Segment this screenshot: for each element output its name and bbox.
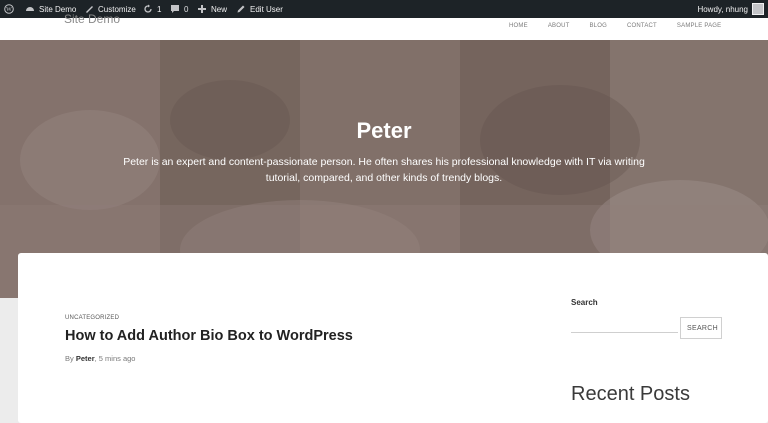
admin-edit-user-link[interactable]: Edit User bbox=[236, 0, 283, 18]
admin-comments-count: 0 bbox=[184, 4, 189, 14]
admin-new-link[interactable]: New bbox=[197, 0, 227, 18]
admin-comments-link[interactable]: 0 bbox=[170, 0, 188, 18]
content-card: UNCATEGORIZED How to Add Author Bio Box … bbox=[18, 253, 768, 423]
admin-new-label: New bbox=[211, 4, 228, 14]
search-button[interactable]: SEARCH bbox=[680, 317, 722, 339]
post-title[interactable]: How to Add Author Bio Box to WordPress bbox=[65, 328, 353, 344]
post-time: , 5 mins ago bbox=[94, 354, 136, 363]
svg-text:W: W bbox=[6, 7, 12, 13]
site-title[interactable]: Site Demo bbox=[64, 12, 120, 26]
recent-posts-title: Recent Posts bbox=[571, 383, 690, 405]
dashboard-icon bbox=[26, 7, 34, 11]
nav-item-contact[interactable]: CONTACT bbox=[627, 23, 657, 29]
nav-item-blog[interactable]: BLOG bbox=[589, 23, 606, 29]
comment-icon bbox=[171, 5, 179, 13]
admin-updates-count: 1 bbox=[157, 4, 162, 14]
search-widget-title: Search bbox=[571, 298, 598, 307]
admin-howdy-text: Howdy, nhung bbox=[697, 4, 748, 14]
primary-nav: HOME ABOUT BLOG CONTACT SAMPLE PAGE bbox=[509, 18, 721, 34]
search-input[interactable] bbox=[571, 320, 678, 333]
nav-item-sample-page[interactable]: SAMPLE PAGE bbox=[677, 23, 721, 29]
author-description: Peter is an expert and content-passionat… bbox=[123, 156, 645, 184]
nav-item-about[interactable]: ABOUT bbox=[548, 23, 570, 29]
post-category[interactable]: UNCATEGORIZED bbox=[65, 315, 119, 321]
post-author-link[interactable]: Peter bbox=[76, 354, 95, 363]
admin-updates-link[interactable]: 1 bbox=[143, 0, 161, 18]
avatar bbox=[752, 3, 764, 15]
nav-item-home[interactable]: HOME bbox=[509, 23, 528, 29]
plus-icon bbox=[198, 5, 206, 13]
author-name-title: Peter bbox=[356, 118, 412, 143]
site-header: Site Demo HOME ABOUT BLOG CONTACT SAMPLE… bbox=[0, 12, 768, 41]
refresh-icon bbox=[144, 4, 152, 13]
pencil-icon bbox=[237, 5, 245, 13]
post-meta-by: By bbox=[65, 354, 74, 363]
wordpress-logo-icon[interactable]: W bbox=[4, 0, 14, 18]
admin-account-menu[interactable]: Howdy, nhung bbox=[697, 0, 764, 18]
post-meta: By Peter, 5 mins ago bbox=[65, 354, 135, 363]
admin-edit-user-label: Edit User bbox=[250, 4, 283, 14]
